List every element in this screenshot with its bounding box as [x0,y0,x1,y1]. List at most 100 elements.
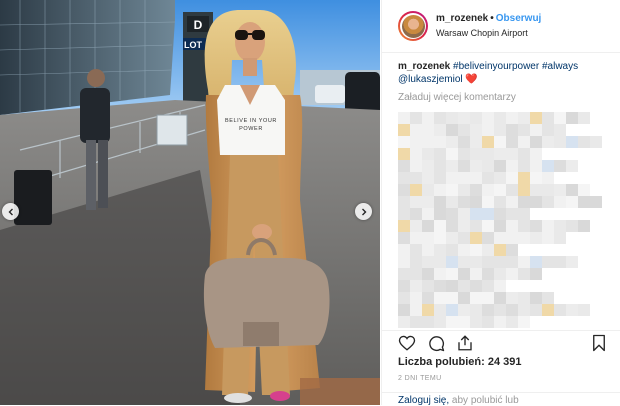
pixel-cell [458,112,470,124]
pixel-cell [446,148,458,160]
pixel-cell [446,220,458,232]
pixel-cell [554,196,566,208]
pixel-cell [398,232,410,244]
pixel-cell [470,244,482,256]
pixel-cell [554,124,566,136]
pixel-cell [410,256,422,268]
pixel-cell [494,316,506,328]
pixel-cell [458,220,470,232]
pixel-cell [458,280,470,292]
blurred-comments [398,112,602,328]
post-caption: m_rozenek #beliveinyourpower #always @lu… [398,60,610,86]
pixel-cell [398,196,410,208]
caption-username[interactable]: m_rozenek [398,61,450,72]
pixel-cell [494,208,506,220]
pixel-cell [518,136,530,148]
likes-label: Liczba polubień: [398,356,485,368]
mention-link[interactable]: @lukaszjemiol [398,74,463,85]
hashtag-link[interactable]: #always [542,61,578,72]
username-link[interactable]: m_rozenek [436,13,488,24]
pixel-cell [422,208,434,220]
pixel-cell [518,184,530,196]
pixel-cell [458,172,470,184]
pixel-cell [530,220,542,232]
pixel-cell [482,316,494,328]
pixel-cell [554,136,566,148]
pixel-cell [470,136,482,148]
pixel-cell [506,304,518,316]
photo-scene: D LOT BELIVE IN YOUR POWER [0,0,380,405]
heart-icon[interactable] [398,334,416,352]
pixel-cell [458,136,470,148]
pixel-cell [518,304,530,316]
follow-button[interactable]: Obserwuj [496,13,542,24]
pixel-cell [410,232,422,244]
pixel-cell [566,196,578,208]
pixel-cell [434,220,446,232]
pixel-cell [434,160,446,172]
pixel-cell [446,292,458,304]
pixel-cell [554,160,566,172]
chevron-left-icon [8,208,13,215]
share-icon[interactable] [456,334,474,352]
login-prompt: Zaloguj się, aby polubić lub [382,392,620,406]
pixel-cell [458,148,470,160]
pixel-cell [506,292,518,304]
pixel-cell [446,184,458,196]
pixel-cell [446,112,458,124]
pixel-cell [446,244,458,256]
load-more-comments-button[interactable]: Załaduj więcej komentarzy [398,92,516,103]
pixel-cell [410,184,422,196]
pixel-cell [518,256,530,268]
pixel-cell [470,280,482,292]
pixel-cell [494,292,506,304]
bookmark-icon[interactable] [591,334,607,352]
post-header: m_rozenek • Obserwuj Warsaw Chopin Airport [382,0,620,53]
post-actions [382,330,620,357]
login-link[interactable]: Zaloguj się, [398,395,449,406]
pixel-cell [566,220,578,232]
pixel-cell [542,112,554,124]
pixel-cell [506,160,518,172]
pixel-cell [494,220,506,232]
likes-number: 24 391 [487,356,522,368]
comment-icon[interactable] [427,334,445,352]
pixel-cell [554,256,566,268]
pixel-cell [566,184,578,196]
pixel-cell [578,220,590,232]
avatar[interactable] [398,11,428,41]
hashtag-link[interactable]: #beliveinyourpower [453,61,539,72]
prev-photo-button[interactable] [2,203,19,220]
pixel-cell [470,256,482,268]
gate-sign-letter: D [194,18,203,32]
pixel-cell [482,256,494,268]
pixel-cell [506,196,518,208]
pixel-cell [458,208,470,220]
pixel-cell [482,136,494,148]
pixel-cell [494,160,506,172]
pixel-cell [530,148,542,160]
pixel-cell [422,244,434,256]
pixel-cell [410,196,422,208]
post-timestamp[interactable]: 2 DNI TEMU [398,375,442,382]
next-photo-button[interactable] [355,203,372,220]
pixel-cell [410,208,422,220]
pixel-cell [482,172,494,184]
pixel-cell [458,292,470,304]
pixel-cell [578,136,590,148]
pixel-cell [494,280,506,292]
pixel-cell [410,112,422,124]
pixel-cell [446,268,458,280]
pixel-cell [434,148,446,160]
pixel-cell [542,220,554,232]
pixel-cell [578,184,590,196]
pixel-cell [398,304,410,316]
pixel-cell [446,208,458,220]
pixel-cell [398,316,410,328]
pixel-cell [458,304,470,316]
tshirt-text-line1: BELIVE IN YOUR [225,118,277,124]
location-link[interactable]: Warsaw Chopin Airport [436,26,541,41]
post-photo[interactable]: D LOT BELIVE IN YOUR POWER [0,0,380,405]
likes-count[interactable]: Liczba polubień: 24 391 [398,356,522,368]
pixel-cell [542,256,554,268]
